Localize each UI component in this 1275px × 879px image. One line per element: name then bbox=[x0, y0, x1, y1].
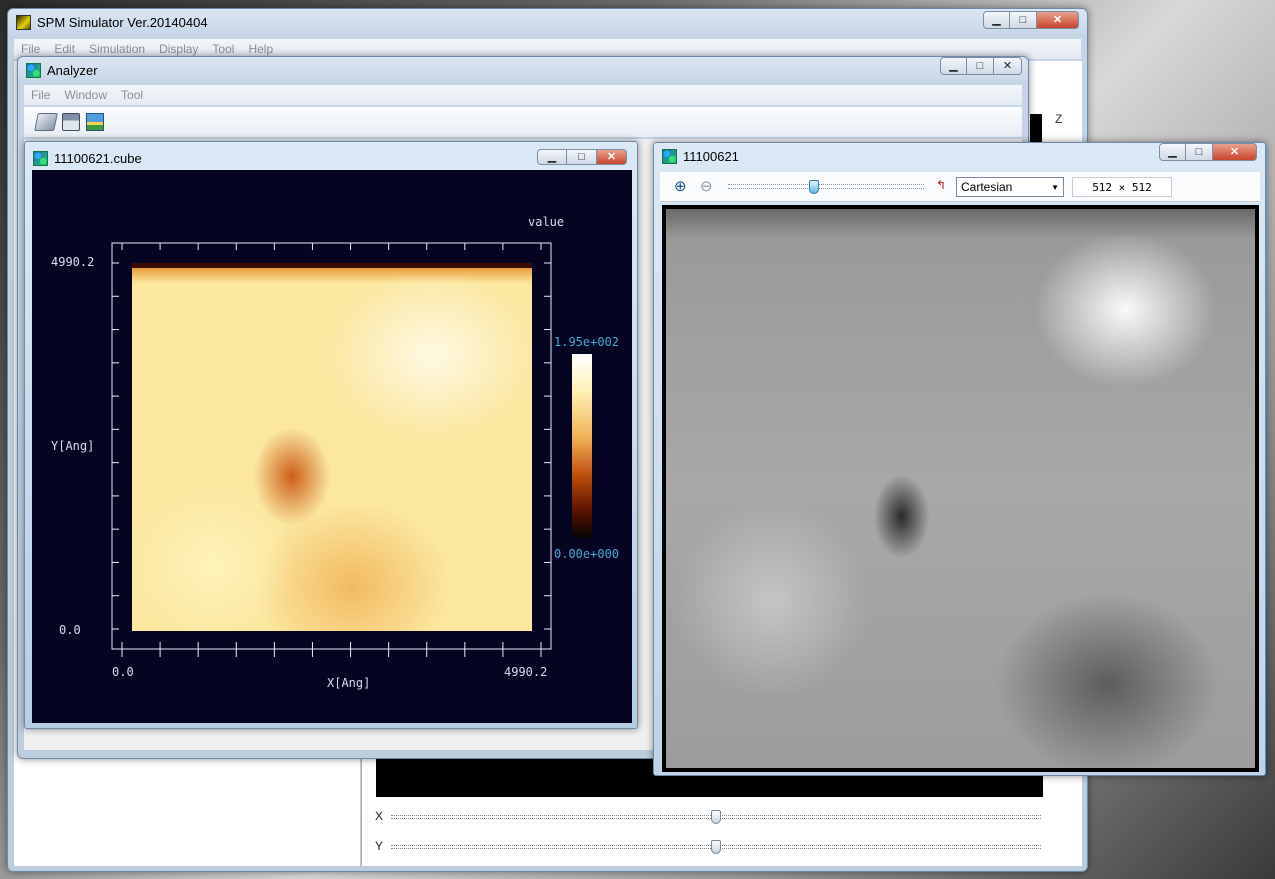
z-label: Z bbox=[1055, 112, 1063, 126]
image-maximize-button[interactable]: □ bbox=[1186, 143, 1213, 161]
x-slider[interactable] bbox=[391, 810, 1041, 824]
cube-minimize-button[interactable]: ▁ bbox=[537, 149, 567, 165]
save-icon[interactable] bbox=[62, 113, 80, 131]
image-minimize-button[interactable]: ▁ bbox=[1159, 143, 1186, 161]
image-toolbar: ⊕ ⊖ ↰ Cartesian ▼ 512 × 512 bbox=[660, 172, 1260, 202]
analyzer-title: Analyzer bbox=[47, 62, 98, 78]
cube-window: 11100621.cube ▁ □ ✕ value 1.95e+002 0.00… bbox=[24, 141, 638, 729]
menu-tool[interactable]: Tool bbox=[205, 42, 241, 56]
image-title: 11100621 bbox=[683, 148, 739, 164]
analyzer-window-controls: ▁ □ ✕ bbox=[940, 57, 1022, 75]
zoom-out-icon[interactable]: ⊖ bbox=[700, 177, 713, 195]
cube-maximize-button[interactable]: □ bbox=[567, 149, 597, 165]
menu-edit[interactable]: Edit bbox=[47, 42, 82, 56]
analyzer-menu-file[interactable]: File bbox=[24, 88, 57, 102]
cube-window-controls: ▁ □ ✕ bbox=[537, 149, 627, 165]
grayscale-image-content bbox=[666, 209, 1255, 768]
y-tick-max: 4990.2 bbox=[51, 255, 95, 269]
close-button[interactable]: ✕ bbox=[1037, 11, 1079, 29]
projection-select[interactable]: Cartesian ▼ bbox=[956, 177, 1064, 197]
menu-help[interactable]: Help bbox=[241, 42, 280, 56]
grayscale-image bbox=[662, 205, 1259, 772]
x-axis-label: X[Ang] bbox=[327, 676, 371, 690]
projection-select-value: Cartesian bbox=[961, 180, 1013, 194]
y-slider-label: Y bbox=[375, 839, 384, 853]
zoom-slider[interactable] bbox=[728, 180, 924, 194]
analyzer-menu-tool[interactable]: Tool bbox=[114, 88, 150, 102]
menu-simulation[interactable]: Simulation bbox=[82, 42, 152, 56]
y-tick-min: 0.0 bbox=[59, 623, 81, 637]
x-tick-max: 4990.2 bbox=[504, 665, 548, 679]
analyzer-toolbar bbox=[24, 107, 1022, 137]
cube-close-button[interactable]: ✕ bbox=[597, 149, 627, 165]
image-window-controls: ▁ □ ✕ bbox=[1159, 143, 1257, 161]
y-slider-thumb[interactable] bbox=[711, 840, 721, 854]
analyzer-app-icon bbox=[26, 62, 41, 78]
main-window-title: SPM Simulator Ver.20140404 bbox=[37, 14, 208, 30]
cube-title: 11100621.cube bbox=[54, 150, 142, 166]
image-size-field: 512 × 512 bbox=[1072, 177, 1172, 197]
maximize-button[interactable]: □ bbox=[1010, 11, 1037, 29]
y-slider[interactable] bbox=[391, 840, 1041, 854]
image-close-button[interactable]: ✕ bbox=[1213, 143, 1257, 161]
image-window: 11100621 ▁ □ ✕ ⊕ ⊖ ↰ Cartesian ▼ 512 × 5… bbox=[653, 142, 1266, 776]
zoom-slider-thumb[interactable] bbox=[809, 180, 820, 194]
main-window-controls: ▁ □ ✕ bbox=[983, 11, 1079, 29]
menu-display[interactable]: Display bbox=[152, 42, 205, 56]
main-titlebar: SPM Simulator Ver.20140404 bbox=[8, 9, 1087, 35]
image-icon[interactable] bbox=[86, 113, 104, 131]
menu-file[interactable]: File bbox=[14, 42, 47, 56]
minimize-button[interactable]: ▁ bbox=[983, 11, 1010, 29]
analyzer-close-button[interactable]: ✕ bbox=[994, 57, 1022, 75]
analyzer-menu-window[interactable]: Window bbox=[57, 88, 114, 102]
x-tick-min: 0.0 bbox=[112, 665, 134, 679]
analyzer-menubar: File Window Tool bbox=[24, 85, 1022, 105]
image-app-icon bbox=[662, 148, 677, 164]
open-icon[interactable] bbox=[34, 113, 58, 131]
analyzer-titlebar: Analyzer bbox=[18, 57, 1028, 83]
plot-axes bbox=[111, 242, 552, 657]
cube-app-icon bbox=[33, 150, 48, 166]
zoom-in-icon[interactable]: ⊕ bbox=[674, 177, 687, 195]
analyzer-minimize-button[interactable]: ▁ bbox=[940, 57, 967, 75]
cube-plot-area: value 1.95e+002 0.00e+000 4990.2 0.0 Y[A… bbox=[32, 170, 632, 723]
analyzer-maximize-button[interactable]: □ bbox=[967, 57, 994, 75]
x-slider-label: X bbox=[375, 809, 384, 823]
chevron-down-icon: ▼ bbox=[1051, 182, 1059, 192]
y-axis-label: Y[Ang] bbox=[51, 439, 95, 453]
x-slider-thumb[interactable] bbox=[711, 810, 721, 824]
reset-icon[interactable]: ↰ bbox=[936, 178, 946, 192]
spm-app-icon bbox=[16, 14, 31, 30]
